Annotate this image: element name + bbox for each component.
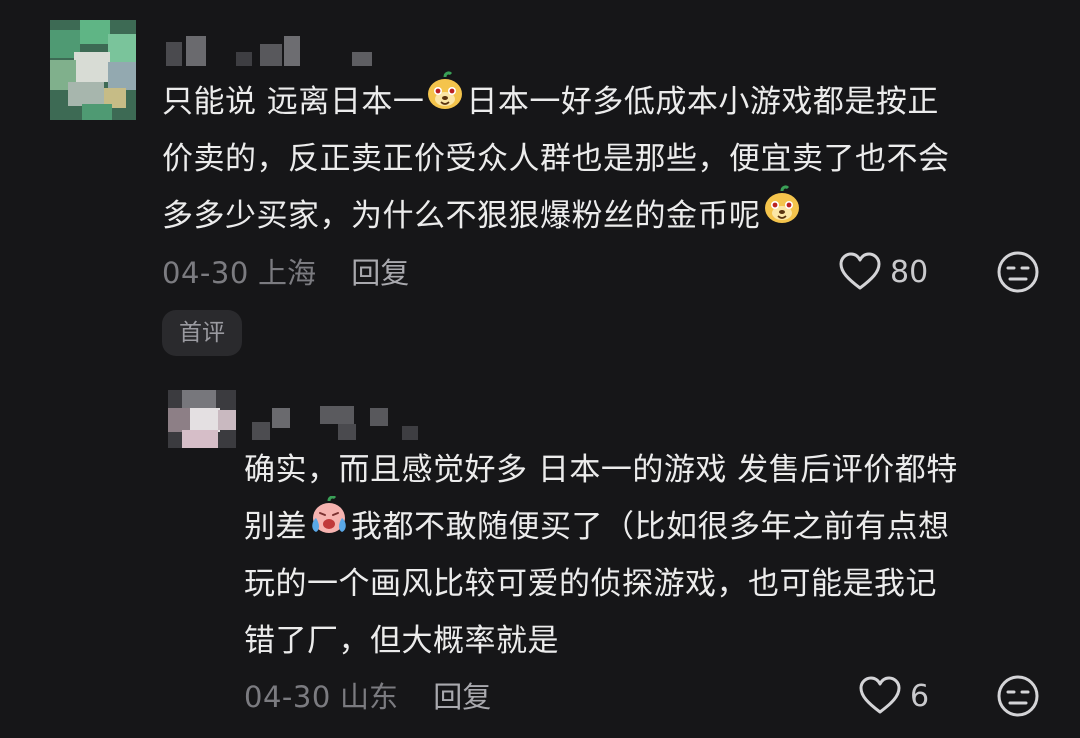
first-comment-badge: 首评 — [162, 310, 242, 356]
comment-meta: 04-30 山东 回复 — [244, 674, 491, 716]
reply-button[interactable]: 回复 — [433, 680, 491, 714]
comment-body-line: 价卖的，反正卖正价受众人群也是那些，便宜卖了也不会 — [162, 141, 950, 177]
comment-body-line: 确实，而且感觉好多 日本一的游戏 发售后评价都特 — [244, 452, 958, 488]
comment-body: 确实，而且感觉好多 日本一的游戏 发售后评价都特 别差 我都不敢随便买了（比如很… — [244, 442, 958, 670]
comment-date: 04-30 — [244, 680, 331, 714]
like-count: 6 — [910, 678, 930, 714]
meh-face-icon — [996, 250, 1040, 294]
comment-date: 04-30 — [162, 256, 249, 290]
dog-face-emoji — [762, 185, 802, 244]
dislike-button[interactable] — [996, 250, 1040, 294]
reply-button[interactable]: 回复 — [351, 256, 409, 290]
comment-body-line: 别差 — [244, 509, 307, 545]
comment-thread: 只能说 远离日本一 日本一好多低成本小游戏都是按正 价卖的，反正卖正价受众人群也… — [0, 0, 1080, 738]
crying-face-emoji — [308, 495, 350, 555]
dislike-button[interactable] — [996, 674, 1040, 718]
meh-face-icon — [996, 674, 1040, 718]
comment-body-line: 日本一好多低成本小游戏都是按正 — [466, 84, 939, 120]
like-button[interactable]: 6 — [858, 676, 929, 716]
comment-body-line: 我都不敢随便买了（比如很多年之前有点想 — [351, 509, 950, 545]
comment-location: 山东 — [340, 680, 399, 714]
heart-icon — [838, 252, 882, 292]
comment-body-line: 只能说 远离日本一 — [162, 84, 425, 120]
comment-body-line: 错了厂，但大概率就是 — [244, 623, 559, 659]
avatar[interactable] — [168, 390, 236, 448]
like-count: 80 — [890, 254, 929, 290]
comment-body-line: 玩的一个画风比较可爱的侦探游戏，也可能是我记 — [244, 566, 937, 602]
dog-face-emoji — [425, 71, 465, 130]
comment-location: 上海 — [258, 256, 317, 290]
heart-icon — [858, 676, 902, 716]
username[interactable] — [246, 404, 422, 442]
like-button[interactable]: 80 — [838, 252, 928, 292]
comment-body-line: 多多少买家，为什么不狠狠爆粉丝的金币呢 — [162, 198, 761, 234]
avatar[interactable] — [50, 20, 136, 120]
comment-body: 只能说 远离日本一 日本一好多低成本小游戏都是按正 价卖的，反正卖正价受众人群也… — [162, 71, 950, 245]
username[interactable] — [166, 36, 376, 68]
comment-meta: 04-30 上海 回复 — [162, 250, 409, 292]
